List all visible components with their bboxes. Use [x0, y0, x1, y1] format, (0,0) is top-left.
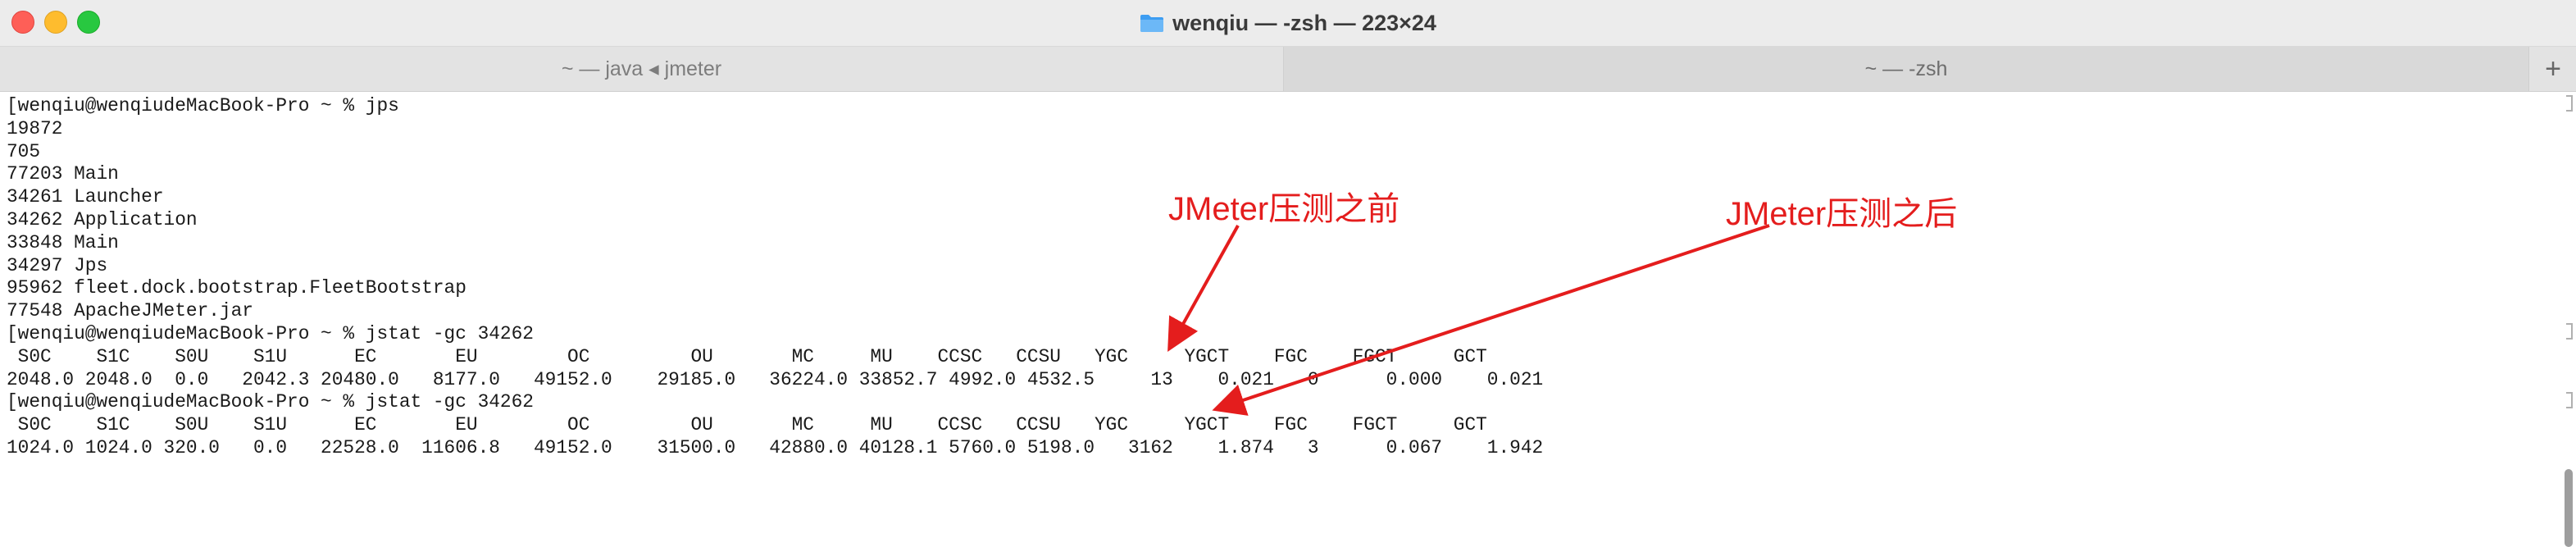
arrow-before: [1167, 225, 1240, 352]
arrow-after: [1212, 224, 1770, 416]
annotation-before-label: JMeter压测之前: [1168, 191, 1400, 227]
annotation-after-label: JMeter压测之后: [1726, 196, 1958, 232]
scrollbar-thumb[interactable]: [2565, 469, 2573, 547]
annotation-arrows: [1167, 224, 1770, 416]
